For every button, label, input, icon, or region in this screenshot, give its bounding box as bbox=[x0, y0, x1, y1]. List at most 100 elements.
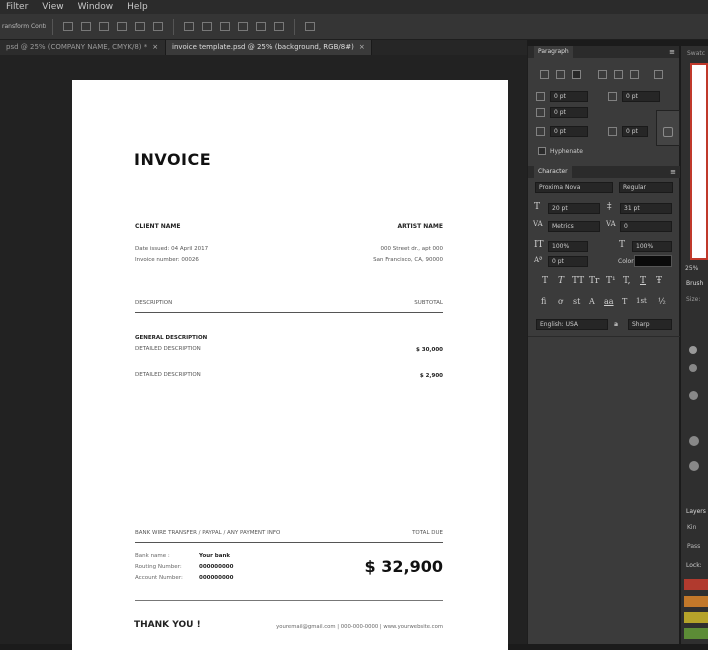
language-select[interactable]: English: USA bbox=[536, 319, 608, 330]
justify-all-icon[interactable] bbox=[654, 70, 663, 79]
menu-window[interactable]: Window bbox=[78, 2, 114, 12]
distribute-top-icon[interactable] bbox=[184, 22, 194, 31]
align-right-text-icon[interactable] bbox=[572, 70, 581, 79]
indent-right-input[interactable]: 0 pt bbox=[622, 91, 660, 102]
blend-mode-select[interactable]: Pass bbox=[687, 543, 700, 550]
close-icon[interactable]: × bbox=[152, 43, 158, 51]
indent-left-input[interactable]: 0 pt bbox=[550, 91, 588, 102]
fractions-icon[interactable]: ½ bbox=[658, 297, 666, 306]
indent-left-icon bbox=[536, 92, 545, 101]
brush-preset-dot[interactable] bbox=[689, 391, 698, 400]
justify-last-right-icon[interactable] bbox=[630, 70, 639, 79]
menu-bar: Filter View Window Help bbox=[0, 0, 708, 14]
panel-menu-icon[interactable]: ≡ bbox=[669, 48, 675, 56]
menu-filter[interactable]: Filter bbox=[6, 2, 28, 12]
invoice-number: Invoice number: 00026 bbox=[135, 257, 199, 263]
align-top-icon[interactable] bbox=[63, 22, 73, 31]
paragraph-panel-header: Paragraph ≡ bbox=[528, 46, 679, 58]
align-vcenter-icon[interactable] bbox=[81, 22, 91, 31]
layers-tab[interactable]: Layers bbox=[686, 508, 706, 515]
align-left-text-icon[interactable] bbox=[540, 70, 549, 79]
horizontal-scale-input[interactable]: 100% bbox=[632, 241, 672, 252]
transform-controls-label[interactable]: ransform Controls bbox=[0, 23, 46, 30]
hyphenate-checkbox[interactable] bbox=[538, 147, 546, 155]
old-style-icon[interactable]: ơ bbox=[558, 297, 563, 306]
align-center-text-icon[interactable] bbox=[556, 70, 565, 79]
tab-paragraph[interactable]: Paragraph bbox=[534, 46, 573, 58]
canvas-area[interactable]: INVOICE CLIENT NAME ARTIST NAME Date iss… bbox=[0, 55, 527, 650]
menu-help[interactable]: Help bbox=[127, 2, 148, 12]
layer-kind-filter[interactable]: Kin bbox=[687, 524, 696, 531]
brush-preset-dot[interactable] bbox=[689, 346, 697, 354]
subscript-icon[interactable]: T, bbox=[623, 276, 631, 286]
panel-menu-icon[interactable]: ≡ bbox=[670, 168, 676, 176]
small-caps-icon[interactable]: Tr bbox=[589, 276, 599, 286]
strikethrough-icon[interactable]: Ŧ bbox=[656, 276, 662, 286]
justify-last-center-icon[interactable] bbox=[614, 70, 623, 79]
brush-tab[interactable]: Brush bbox=[686, 280, 703, 287]
invoice-document[interactable]: INVOICE CLIENT NAME ARTIST NAME Date iss… bbox=[72, 80, 508, 650]
distribute-hcenter-icon[interactable] bbox=[256, 22, 266, 31]
tab-company-psd[interactable]: psd @ 25% (COMPANY NAME, CMYK/8) * × bbox=[0, 40, 166, 55]
first-line-indent-input[interactable]: 0 pt bbox=[550, 107, 588, 118]
leading-input[interactable]: 31 pt bbox=[620, 203, 672, 214]
auto-align-icon[interactable] bbox=[305, 22, 315, 31]
lock-label: Lock: bbox=[686, 562, 702, 569]
floating-tool-box[interactable] bbox=[656, 110, 680, 146]
vertical-scale-input[interactable]: 100% bbox=[548, 241, 588, 252]
tracking-select[interactable]: 0 bbox=[620, 221, 672, 232]
font-style-select[interactable]: Regular bbox=[619, 182, 673, 193]
layer-visibility-eye-icon[interactable] bbox=[684, 596, 708, 607]
close-icon[interactable]: × bbox=[359, 43, 365, 51]
space-after-input[interactable]: 0 pt bbox=[622, 126, 648, 137]
align-right-icon[interactable] bbox=[153, 22, 163, 31]
tab-character[interactable]: Character bbox=[534, 166, 572, 178]
hand-tool-icon[interactable] bbox=[663, 127, 673, 137]
horizontal-scale-icon: T bbox=[619, 240, 626, 250]
color-swatch-preview[interactable] bbox=[690, 63, 708, 260]
space-after-icon bbox=[608, 127, 617, 136]
font-size-input[interactable]: 20 pt bbox=[548, 203, 600, 214]
underline-icon[interactable]: T bbox=[640, 276, 646, 286]
total-amount: $ 32,900 bbox=[364, 557, 443, 576]
space-before-input[interactable]: 0 pt bbox=[550, 126, 588, 137]
font-family-select[interactable]: Proxima Nova bbox=[535, 182, 613, 193]
baseline-shift-input[interactable]: 0 pt bbox=[548, 256, 588, 267]
item-amount: $ 2,900 bbox=[419, 373, 443, 379]
menu-view[interactable]: View bbox=[42, 2, 63, 12]
ligatures-icon[interactable]: fi bbox=[541, 297, 546, 306]
faux-italic-icon[interactable]: T bbox=[558, 276, 564, 286]
tracking-icon: VA bbox=[606, 220, 616, 228]
layer-visibility-eye-icon[interactable] bbox=[684, 612, 708, 623]
layer-visibility-eye-icon[interactable] bbox=[684, 628, 708, 639]
distribute-vcenter-icon[interactable] bbox=[202, 22, 212, 31]
kerning-select[interactable]: Metrics bbox=[548, 221, 600, 232]
distribute-right-icon[interactable] bbox=[274, 22, 284, 31]
stylistic-alternates-icon[interactable]: aa bbox=[604, 297, 614, 306]
align-left-icon[interactable] bbox=[117, 22, 127, 31]
distribute-bottom-icon[interactable] bbox=[220, 22, 230, 31]
anti-alias-select[interactable]: Sharp bbox=[628, 319, 672, 330]
justify-last-left-icon[interactable] bbox=[598, 70, 607, 79]
all-caps-icon[interactable]: TT bbox=[572, 276, 584, 286]
discretionary-ligatures-icon[interactable]: st bbox=[573, 297, 580, 306]
align-bottom-icon[interactable] bbox=[99, 22, 109, 31]
swash-icon[interactable]: A bbox=[589, 297, 595, 306]
align-hcenter-icon[interactable] bbox=[135, 22, 145, 31]
brush-preset-dot[interactable] bbox=[689, 461, 699, 471]
brush-preset-dot[interactable] bbox=[689, 364, 697, 372]
text-color-swatch[interactable] bbox=[634, 255, 672, 267]
layer-visibility-eye-icon[interactable] bbox=[684, 579, 708, 590]
titling-alternates-icon[interactable]: T bbox=[622, 297, 627, 306]
faux-bold-icon[interactable]: T bbox=[542, 276, 548, 286]
divider bbox=[52, 18, 53, 35]
baseline-shift-icon: Aª bbox=[534, 256, 543, 264]
general-description: GENERAL DESCRIPTION bbox=[135, 335, 208, 341]
distribute-left-icon[interactable] bbox=[238, 22, 248, 31]
superscript-icon[interactable]: T¹ bbox=[606, 276, 616, 286]
artist-name-label: ARTIST NAME bbox=[397, 223, 443, 230]
swatches-tab[interactable]: Swatc bbox=[687, 50, 705, 57]
brush-preset-dot[interactable] bbox=[689, 436, 699, 446]
tab-invoice-template[interactable]: invoice template.psd @ 25% (background, … bbox=[166, 40, 372, 55]
ordinals-icon[interactable]: 1st bbox=[636, 297, 647, 305]
